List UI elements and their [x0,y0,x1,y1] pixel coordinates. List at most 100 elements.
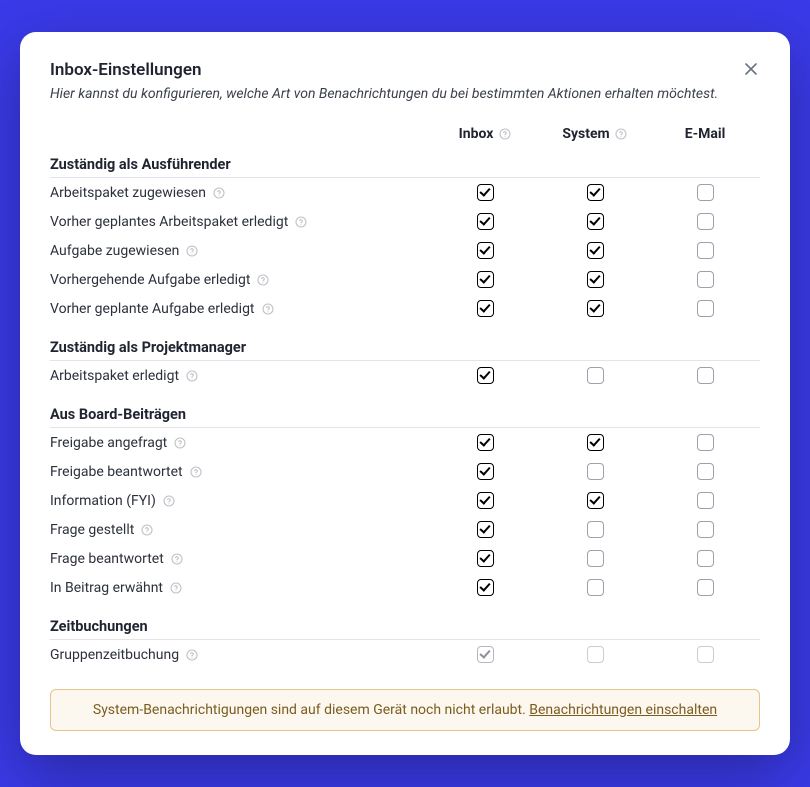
email-checkbox[interactable] [697,521,714,538]
email-checkbox[interactable] [697,579,714,596]
inbox-checkbox[interactable] [477,550,494,567]
setting-label: Information (FYI) [50,486,430,515]
help-icon[interactable] [186,648,199,661]
email-checkbox[interactable] [697,463,714,480]
column-header-system-label: System [562,126,609,142]
section-heading: Zuständig als Ausführender [50,152,760,178]
setting-label: Frage beantwortet [50,544,430,573]
setting-label: Vorher geplante Aufgabe erledigt [50,294,430,323]
inbox-checkbox[interactable] [477,463,494,480]
setting-label: Frage gestellt [50,515,430,544]
setting-label-text: Frage gestellt [50,522,134,538]
setting-label: Vorher geplantes Arbeitspaket erledigt [50,207,430,236]
system-checkbox[interactable] [587,492,604,509]
help-icon[interactable] [295,215,308,228]
column-header-system: System [540,120,650,152]
help-icon[interactable] [186,369,199,382]
system-checkbox[interactable] [587,184,604,201]
help-icon[interactable] [498,128,511,141]
setting-row: Freigabe angefragt [50,428,760,458]
inbox-checkbox[interactable] [477,492,494,509]
help-icon[interactable] [615,128,628,141]
setting-label: In Beitrag erwähnt [50,573,430,602]
modal-title: Inbox-Einstellungen [50,60,201,80]
help-icon[interactable] [162,494,175,507]
email-checkbox[interactable] [697,242,714,259]
email-checkbox[interactable] [697,300,714,317]
system-checkbox[interactable] [587,213,604,230]
inbox-checkbox[interactable] [477,367,494,384]
setting-label-text: Freigabe angefragt [50,435,167,451]
enable-notifications-link[interactable]: Benachrichtungen einschalten [529,702,717,718]
email-checkbox [697,646,714,663]
setting-label-text: Arbeitspaket zugewiesen [50,185,206,201]
email-checkbox[interactable] [697,492,714,509]
column-header-email: E-Mail [650,120,760,152]
setting-label-text: Frage beantwortet [50,551,164,567]
email-checkbox[interactable] [697,550,714,567]
setting-label: Freigabe angefragt [50,428,430,458]
setting-row: Aufgabe zugewiesen [50,236,760,265]
help-icon[interactable] [257,273,270,286]
setting-label-text: Vorher geplante Aufgabe erledigt [50,301,255,317]
column-header-email-label: E-Mail [685,126,726,142]
help-icon[interactable] [186,244,199,257]
help-icon[interactable] [170,552,183,565]
setting-label-text: Aufgabe zugewiesen [50,243,179,259]
inbox-checkbox[interactable] [477,434,494,451]
email-checkbox[interactable] [697,434,714,451]
inbox-checkbox[interactable] [477,184,494,201]
system-checkbox[interactable] [587,463,604,480]
column-header-inbox-label: Inbox [459,126,494,142]
help-icon[interactable] [189,465,202,478]
setting-label-text: Information (FYI) [50,493,156,509]
inbox-checkbox[interactable] [477,271,494,288]
banner-text: System-Benachrichtigungen sind auf diese… [93,702,529,718]
inbox-checkbox[interactable] [477,521,494,538]
setting-row: Vorhergehende Aufgabe erledigt [50,265,760,294]
inbox-checkbox[interactable] [477,579,494,596]
help-icon[interactable] [261,302,274,315]
system-notification-banner: System-Benachrichtigungen sind auf diese… [50,689,760,731]
setting-label-text: In Beitrag erwähnt [50,580,163,596]
setting-row: In Beitrag erwähnt [50,573,760,602]
setting-label: Arbeitspaket erledigt [50,361,430,391]
setting-label: Arbeitspaket zugewiesen [50,178,430,208]
setting-row: Vorher geplantes Arbeitspaket erledigt [50,207,760,236]
inbox-checkbox[interactable] [477,300,494,317]
setting-label-text: Arbeitspaket erledigt [50,368,179,384]
setting-row: Frage gestellt [50,515,760,544]
column-header-inbox: Inbox [430,120,540,152]
system-checkbox[interactable] [587,521,604,538]
system-checkbox[interactable] [587,242,604,259]
system-checkbox[interactable] [587,271,604,288]
section-heading: Zuständig als Projektmanager [50,323,760,361]
setting-label: Freigabe beantwortet [50,457,430,486]
email-checkbox[interactable] [697,213,714,230]
inbox-checkbox[interactable] [477,242,494,259]
help-icon[interactable] [212,186,225,199]
setting-row: Freigabe beantwortet [50,457,760,486]
close-button[interactable] [742,60,760,78]
setting-label: Aufgabe zugewiesen [50,236,430,265]
system-checkbox[interactable] [587,579,604,596]
system-checkbox [587,646,604,663]
help-icon[interactable] [141,523,154,536]
setting-row: Gruppenzeitbuchung [50,640,760,670]
setting-row: Arbeitspaket erledigt [50,361,760,391]
system-checkbox[interactable] [587,550,604,567]
inbox-checkbox[interactable] [477,213,494,230]
setting-label-text: Freigabe beantwortet [50,464,183,480]
email-checkbox[interactable] [697,184,714,201]
inbox-checkbox [477,646,494,663]
settings-table: Inbox System E [50,120,760,669]
setting-label-text: Gruppenzeitbuchung [50,647,179,663]
system-checkbox[interactable] [587,434,604,451]
help-icon[interactable] [170,581,183,594]
system-checkbox[interactable] [587,367,604,384]
help-icon[interactable] [174,436,187,449]
system-checkbox[interactable] [587,300,604,317]
inbox-settings-modal: Inbox-Einstellungen Hier kannst du konfi… [20,32,790,755]
email-checkbox[interactable] [697,367,714,384]
email-checkbox[interactable] [697,271,714,288]
